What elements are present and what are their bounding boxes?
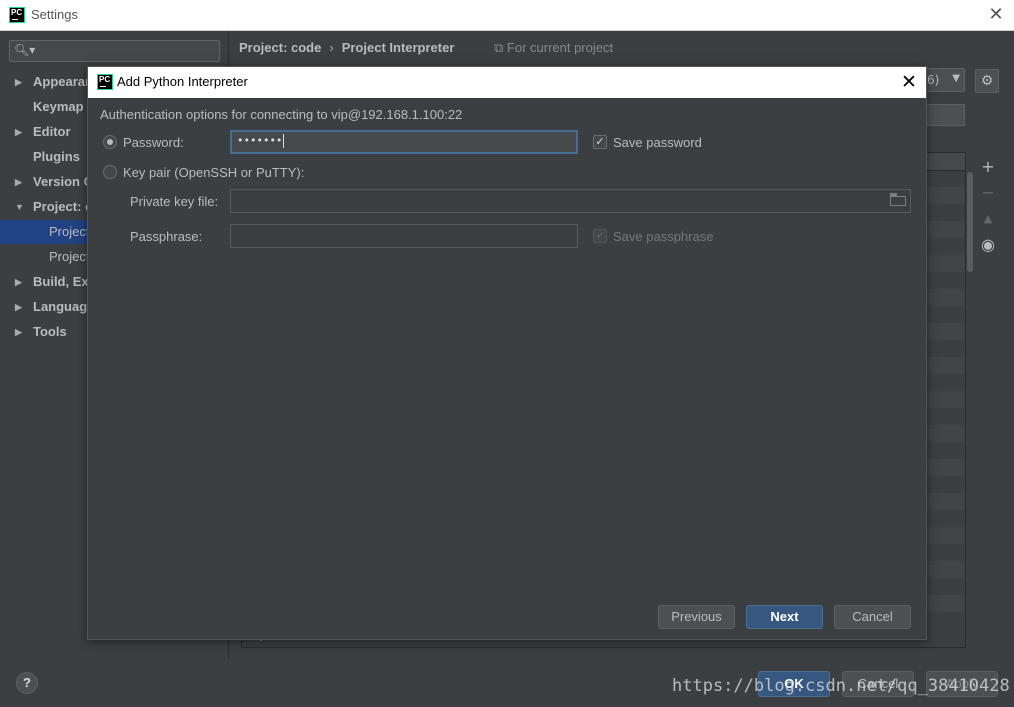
private-key-field[interactable] xyxy=(230,189,911,213)
search-icon: 🔍︎▾ xyxy=(14,43,36,57)
tree-item-label: Plugins xyxy=(33,149,80,164)
search-input[interactable]: 🔍︎▾ xyxy=(9,40,220,62)
password-mask: ••••••• xyxy=(237,134,283,147)
chevron-down-icon: ▼ xyxy=(952,73,960,84)
private-key-label: Private key file: xyxy=(130,194,219,209)
save-password-label: Save password xyxy=(613,135,702,150)
interpreter-dropdown[interactable]: 6) ▼ xyxy=(925,68,965,92)
save-password-checkbox[interactable]: ✓ xyxy=(593,135,607,149)
chevron-right-icon: ▶ xyxy=(15,277,22,287)
scope-label: ⧉ For current project xyxy=(494,40,614,55)
dialog-title: Add Python Interpreter xyxy=(117,74,248,89)
tree-item-label: Editor xyxy=(33,124,71,139)
interpreter-value: 6) xyxy=(927,73,940,87)
gear-icon[interactable]: ⚙ xyxy=(975,69,999,93)
dialog-cancel-button[interactable]: Cancel xyxy=(834,605,911,629)
pycharm-logo-icon: PC xyxy=(97,74,113,90)
settings-title: Settings xyxy=(31,7,78,22)
passphrase-label: Passphrase: xyxy=(130,229,203,244)
up-icon[interactable]: ▲ xyxy=(978,209,998,229)
password-value: ••••••• xyxy=(237,134,285,148)
key-pair-radio[interactable] xyxy=(103,165,117,179)
passphrase-field[interactable] xyxy=(230,224,578,248)
chevron-right-icon: ▶ xyxy=(15,127,22,137)
key-pair-label: Key pair (OpenSSH or PuTTY): xyxy=(123,165,305,180)
close-icon[interactable]: ✕ xyxy=(986,5,1006,25)
browse-button[interactable] xyxy=(926,104,965,126)
add-interpreter-dialog: PC Add Python Interpreter ✕ Authenticati… xyxy=(87,66,927,640)
chevron-right-icon: ▶ xyxy=(15,177,22,187)
tree-item-label: Tools xyxy=(33,324,67,339)
breadcrumb: Project: code › Project Interpreter xyxy=(239,40,454,55)
pycharm-logo-icon: PC xyxy=(9,7,25,23)
password-label: Password: xyxy=(123,135,184,150)
save-passphrase-checkbox[interactable]: ✓ xyxy=(593,229,607,243)
password-field[interactable]: ••••••• xyxy=(230,130,578,154)
eye-icon[interactable]: ◉ xyxy=(978,235,998,255)
breadcrumb-project: Project: code xyxy=(239,40,322,55)
breadcrumb-page: Project Interpreter xyxy=(341,40,455,55)
save-passphrase-label: Save passphrase xyxy=(613,229,714,244)
help-icon[interactable]: ? xyxy=(16,672,38,694)
auth-heading: Authentication options for connecting to… xyxy=(100,107,463,122)
chevron-right-icon: ▶ xyxy=(15,302,22,312)
dialog-titlebar: PC Add Python Interpreter ✕ xyxy=(88,67,926,98)
next-button[interactable]: Next xyxy=(746,605,823,629)
password-radio[interactable] xyxy=(103,135,117,149)
tree-item-label: Keymap xyxy=(33,99,84,114)
plus-icon[interactable]: + xyxy=(978,157,998,177)
chevron-right-icon: ▶ xyxy=(15,77,22,87)
folder-icon[interactable] xyxy=(890,193,906,206)
breadcrumb-separator: › xyxy=(329,40,334,55)
watermark: https://blog.csdn.net/qq_38410428 xyxy=(672,676,1010,696)
chevron-down-icon: ▼ xyxy=(15,202,24,212)
close-icon[interactable]: ✕ xyxy=(898,71,920,93)
previous-button[interactable]: Previous xyxy=(658,605,735,629)
chevron-right-icon: ▶ xyxy=(15,327,22,337)
minus-icon[interactable]: − xyxy=(978,183,998,203)
table-scrollbar[interactable] xyxy=(966,152,975,648)
settings-titlebar: PC Settings ✕ xyxy=(0,0,1014,31)
scrollbar-thumb[interactable] xyxy=(967,172,973,272)
